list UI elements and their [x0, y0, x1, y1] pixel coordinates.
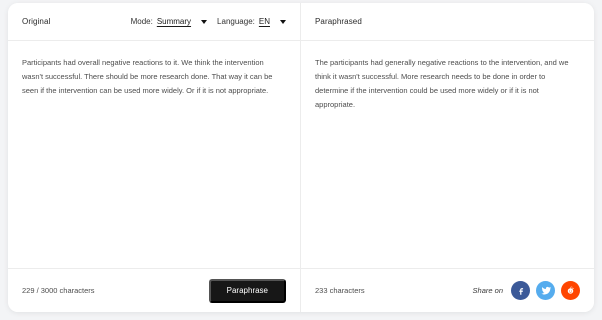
original-footer: 229 / 3000 characters Paraphrase [8, 268, 300, 312]
paraphrased-character-count: 233 characters [315, 286, 365, 295]
paraphrased-footer: 233 characters Share on [301, 268, 594, 312]
language-selector[interactable]: Language: EN [217, 17, 286, 26]
paraphrased-pane: Paraphrased The participants had general… [301, 3, 594, 312]
share-label: Share on [472, 286, 503, 295]
paraphraser-card: Original Mode: Summary Language: EN Part… [8, 3, 594, 312]
original-title: Original [22, 17, 51, 26]
original-header: Original Mode: Summary Language: EN [8, 3, 300, 41]
share-bar: Share on [473, 281, 580, 300]
mode-value[interactable]: Summary [157, 17, 191, 26]
chevron-down-icon[interactable] [201, 20, 208, 24]
original-pane: Original Mode: Summary Language: EN Part… [8, 3, 301, 312]
original-text-area[interactable]: Participants had overall negative reacti… [8, 42, 300, 268]
reddit-share-button[interactable] [561, 281, 580, 300]
reddit-icon [567, 286, 574, 294]
facebook-icon [518, 287, 523, 295]
twitter-share-button[interactable] [536, 281, 555, 300]
original-character-count: 229 / 3000 characters [22, 286, 95, 295]
chevron-down-icon[interactable] [280, 20, 286, 24]
language-value[interactable]: EN [259, 17, 270, 26]
language-label: Language: [217, 17, 255, 26]
mode-label: Mode: [130, 17, 153, 26]
mode-selector[interactable]: Mode: Summary [130, 17, 208, 26]
paraphrased-text: The participants had generally negative … [315, 58, 569, 109]
paraphrased-title: Paraphrased [315, 17, 362, 26]
facebook-share-button[interactable] [511, 281, 530, 300]
paraphrased-text-area: The participants had generally negative … [301, 42, 594, 268]
original-text[interactable]: Participants had overall negative reacti… [22, 56, 286, 98]
panes-container: Original Mode: Summary Language: EN Part… [8, 3, 594, 312]
twitter-icon [541, 286, 551, 295]
paraphrase-button[interactable]: Paraphrase [208, 278, 286, 303]
paraphrased-header: Paraphrased [301, 3, 594, 41]
